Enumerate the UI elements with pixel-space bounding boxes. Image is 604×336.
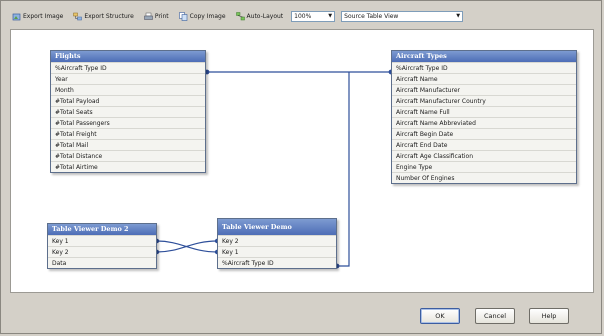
auto-layout-label: Auto-Layout <box>246 12 284 20</box>
print-label: Print <box>154 12 169 20</box>
copy-image-button[interactable]: Copy Image <box>177 11 228 22</box>
field[interactable]: Aircraft Name <box>392 73 576 84</box>
field[interactable]: Aircraft Manufacturer <box>392 84 576 95</box>
table-viewer-demo[interactable]: Table Viewer Demo Key 2 Key 1 %Aircraft … <box>217 218 337 269</box>
export-structure-button[interactable]: Export Structure <box>71 11 135 22</box>
table-flights[interactable]: Flights %Aircraft Type ID Year Month #To… <box>50 50 206 173</box>
copy-image-icon <box>178 11 188 21</box>
cancel-button[interactable]: Cancel <box>475 308 515 324</box>
field[interactable]: #Total Airtime <box>51 161 205 172</box>
field[interactable]: Engine Type <box>392 161 576 172</box>
field[interactable]: Number Of Engines <box>392 172 576 183</box>
help-button[interactable]: Help <box>529 308 569 324</box>
field[interactable]: Aircraft Begin Date <box>392 128 576 139</box>
link-demo-aircraft-types <box>337 72 350 267</box>
field[interactable]: Aircraft Manufacturer Country <box>392 95 576 106</box>
table-title[interactable]: Table Viewer Demo 2 <box>48 224 156 235</box>
table-title[interactable]: Flights <box>51 51 205 62</box>
print-button[interactable]: Print <box>142 11 171 22</box>
table-title[interactable]: Aircraft Types <box>392 51 576 62</box>
export-structure-icon <box>73 12 83 21</box>
table-aircraft-types[interactable]: Aircraft Types %Aircraft Type ID Aircraf… <box>391 50 577 184</box>
link-key1 <box>156 240 218 253</box>
copy-image-label: Copy Image <box>189 12 226 20</box>
field[interactable]: Key 1 <box>48 235 156 246</box>
view-select[interactable]: Source Table View ▼ <box>341 10 464 22</box>
field[interactable]: Key 1 <box>218 246 336 257</box>
field[interactable]: #Total Passengers <box>51 117 205 128</box>
field[interactable]: Aircraft Name Abbreviated <box>392 117 576 128</box>
field[interactable]: #Total Freight <box>51 128 205 139</box>
ok-button[interactable]: OK <box>420 308 460 324</box>
field[interactable]: %Aircraft Type ID <box>51 62 205 73</box>
export-image-label: Export Image <box>23 12 64 20</box>
field[interactable]: Key 2 <box>218 235 336 246</box>
table-title[interactable]: Table Viewer Demo <box>218 219 336 235</box>
export-image-icon <box>12 12 21 21</box>
view-value: Source Table View <box>344 12 399 20</box>
field[interactable]: %Aircraft Type ID <box>218 257 336 268</box>
auto-layout-button[interactable]: Auto-Layout <box>234 11 286 22</box>
field[interactable]: #Total Seats <box>51 106 205 117</box>
toolbar: Export Image Export Structure Print Copy… <box>10 6 490 26</box>
field[interactable]: Aircraft Age Classification <box>392 150 576 161</box>
field[interactable]: Aircraft End Date <box>392 139 576 150</box>
export-image-button[interactable]: Export Image <box>10 11 65 22</box>
zoom-select[interactable]: 100% ▼ <box>291 10 336 22</box>
chevron-down-icon: ▼ <box>328 13 333 19</box>
auto-layout-icon <box>235 11 245 21</box>
field[interactable]: Data <box>48 257 156 268</box>
diagram-canvas[interactable]: Flights %Aircraft Type ID Year Month #To… <box>10 29 594 293</box>
table-viewer-demo-2[interactable]: Table Viewer Demo 2 Key 1 Key 2 Data <box>47 223 157 269</box>
field[interactable]: Key 2 <box>48 246 156 257</box>
field[interactable]: %Aircraft Type ID <box>392 62 576 73</box>
zoom-value: 100% <box>294 12 312 20</box>
export-structure-label: Export Structure <box>84 12 134 20</box>
field[interactable]: Aircraft Name Full <box>392 106 576 117</box>
link-key2 <box>156 240 218 253</box>
field[interactable]: Year <box>51 73 205 84</box>
chevron-down-icon: ▼ <box>456 13 461 19</box>
field[interactable]: #Total Distance <box>51 150 205 161</box>
field[interactable]: #Total Mail <box>51 139 205 150</box>
print-icon <box>144 12 153 21</box>
field[interactable]: Month <box>51 84 205 95</box>
field[interactable]: #Total Payload <box>51 95 205 106</box>
